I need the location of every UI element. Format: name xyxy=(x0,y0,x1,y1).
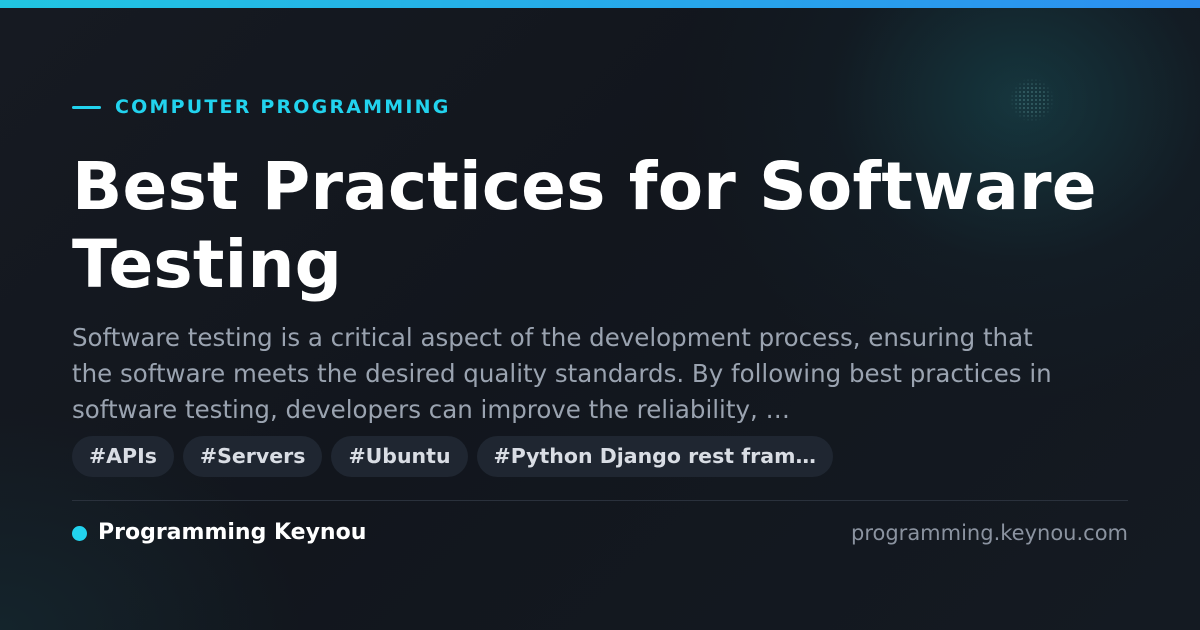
tag-servers[interactable]: #Servers xyxy=(182,436,323,477)
category-row: COMPUTER PROGRAMMING xyxy=(72,96,451,118)
brand-name: Programming Keynou xyxy=(98,520,367,545)
decorative-dot-pattern xyxy=(1010,78,1054,122)
category-label: COMPUTER PROGRAMMING xyxy=(115,96,451,118)
footer-divider xyxy=(72,500,1128,501)
accent-top-bar xyxy=(0,0,1200,8)
brand-dot-icon xyxy=(72,525,87,541)
dash-icon xyxy=(72,105,101,109)
brand: Programming Keynou xyxy=(72,519,366,547)
site-url[interactable]: programming.keynou.com xyxy=(851,519,1128,547)
article-excerpt: Software testing is a critical aspect of… xyxy=(72,323,1052,424)
tag-apis[interactable]: #APIs xyxy=(72,436,174,477)
tag-ubuntu[interactable]: #Ubuntu xyxy=(331,436,468,477)
tag-python-django-rest-framework[interactable]: #Python Django rest fram… xyxy=(476,436,833,477)
social-share-card: COMPUTER PROGRAMMING Best Practices for … xyxy=(0,0,1200,630)
tag-list: #APIs #Servers #Ubuntu #Python Django re… xyxy=(72,436,833,477)
article-title: Best Practices for Software Testing xyxy=(72,148,1097,303)
